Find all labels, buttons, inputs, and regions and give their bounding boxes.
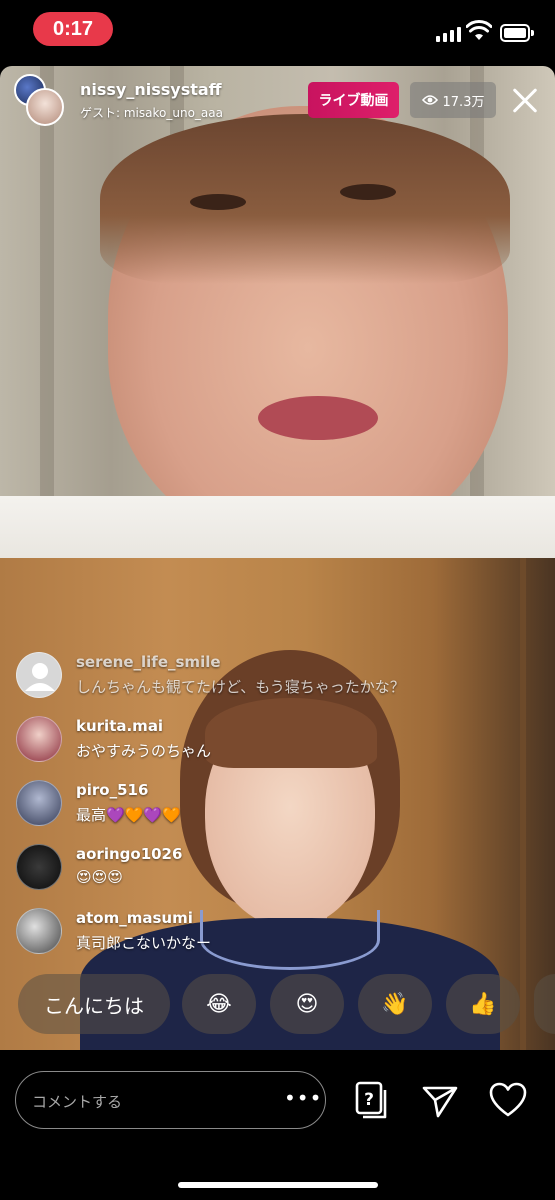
home-indicator[interactable]: [178, 1182, 378, 1188]
guest-prefix: ゲスト:: [80, 106, 124, 120]
comment-input[interactable]: コメントする •••: [15, 1071, 326, 1129]
svg-text:?: ?: [364, 1090, 374, 1110]
default-avatar-icon: [25, 663, 55, 691]
guest-avatar[interactable]: [26, 88, 64, 126]
host-video: [0, 66, 555, 558]
quick-reply-thumbs-up[interactable]: 👍: [446, 974, 520, 1034]
quick-reply-row: こんにちは 😂 😍 👋 👍: [0, 974, 555, 1036]
comment-item[interactable]: piro_516 最高💜🧡💜🧡: [0, 778, 555, 838]
quick-reply-wave[interactable]: 👋: [358, 974, 432, 1034]
bottom-bar: コメントする ••• ?: [0, 1050, 555, 1200]
battery-icon: [500, 24, 534, 42]
comment-username[interactable]: atom_masumi: [76, 909, 193, 927]
comment-avatar[interactable]: [16, 652, 62, 698]
comment-avatar[interactable]: [16, 844, 62, 890]
comment-item[interactable]: atom_masumi 真司郎こないかなー: [0, 906, 555, 966]
comment-username[interactable]: aoringo1026: [76, 845, 182, 863]
status-bar: 0:17: [0, 0, 555, 58]
host-username[interactable]: nissy_nissystaff: [80, 80, 222, 99]
comment-text: しんちゃんも観てたけど、もう寝ちゃったかな？: [76, 678, 405, 696]
more-options-button[interactable]: •••: [284, 1086, 322, 1110]
comment-text: 真司郎こないかなー: [76, 934, 212, 952]
comment-item[interactable]: serene_life_smile しんちゃんも観てたけど、もう寝ちゃったかな？: [0, 650, 555, 710]
comment-text: おやすみうのちゃん: [76, 742, 212, 760]
comment-text: 😍😍😍: [76, 868, 123, 886]
close-icon[interactable]: [508, 84, 542, 118]
quick-reply-hello[interactable]: こんにちは: [18, 974, 170, 1034]
live-badge: ライブ動画: [308, 82, 399, 118]
wifi-icon: [466, 20, 492, 40]
comment-username[interactable]: serene_life_smile: [76, 653, 221, 671]
comment-avatar[interactable]: [16, 716, 62, 762]
signal-icon: [436, 26, 461, 42]
question-card-icon[interactable]: ?: [352, 1080, 392, 1120]
comment-item[interactable]: aoringo1026 😍😍😍: [0, 842, 555, 902]
status-time: 0:17: [33, 12, 113, 46]
eye-icon: [421, 95, 438, 105]
heart-icon[interactable]: [488, 1080, 528, 1120]
send-icon[interactable]: [420, 1080, 460, 1120]
guest-username[interactable]: misako_uno_aaa: [124, 106, 223, 120]
comment-username[interactable]: kurita.mai: [76, 717, 163, 735]
comment-avatar[interactable]: [16, 908, 62, 954]
comment-avatar[interactable]: [16, 780, 62, 826]
comment-placeholder: コメントする: [32, 1093, 123, 1111]
quick-reply-heart-eyes[interactable]: 😍: [270, 974, 344, 1034]
comment-item[interactable]: kurita.mai おやすみうのちゃん: [0, 714, 555, 774]
viewer-count: 17.3万: [442, 94, 485, 110]
comment-text: 最高💜🧡💜🧡: [76, 806, 181, 824]
comment-username[interactable]: piro_516: [76, 781, 148, 799]
quick-reply-more[interactable]: [534, 974, 555, 1034]
viewer-count-badge[interactable]: 17.3万: [410, 82, 496, 118]
guest-line[interactable]: ゲスト: misako_uno_aaa: [80, 104, 223, 121]
quick-reply-laugh[interactable]: 😂: [182, 974, 256, 1034]
